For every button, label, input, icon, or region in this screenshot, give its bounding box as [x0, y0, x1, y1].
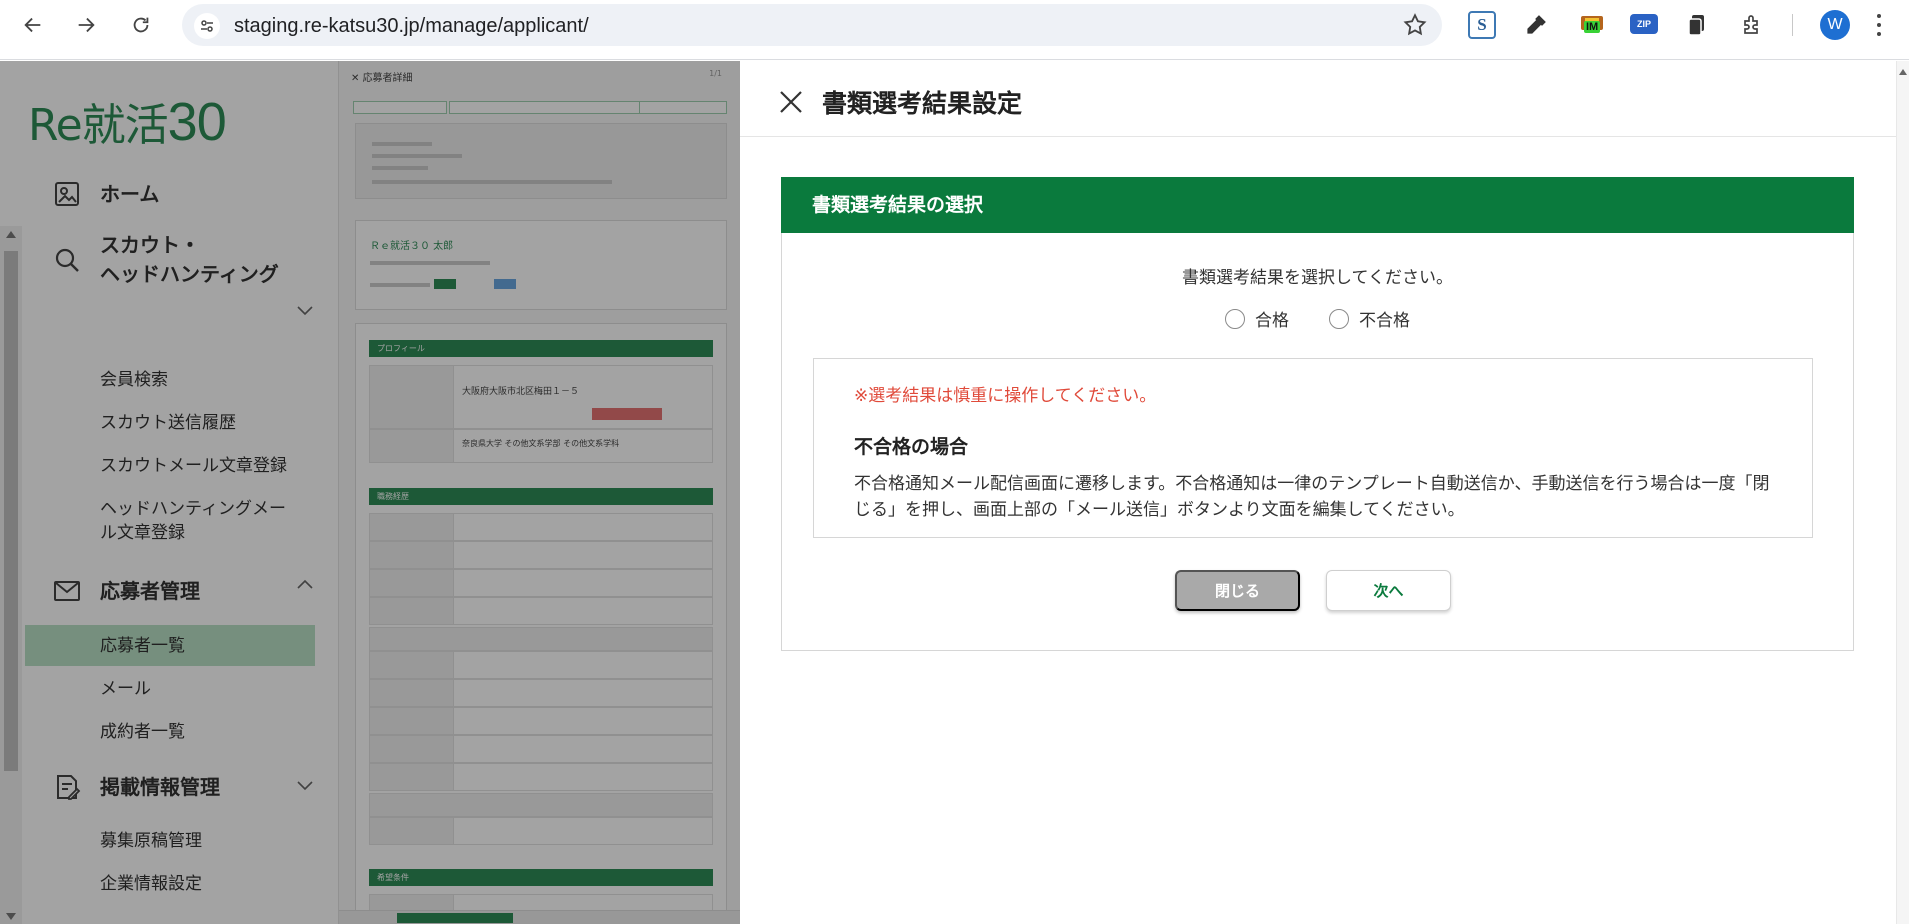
browser-toolbar: staging.re-katsu30.jp/manage/applicant/ …: [0, 0, 1909, 60]
profile-avatar[interactable]: W: [1820, 10, 1850, 40]
radio-fail-label[interactable]: 不合格: [1359, 306, 1410, 331]
eyedropper-icon[interactable]: [1522, 11, 1550, 39]
fail-case-title: 不合格の場合: [854, 436, 969, 458]
back-arrow-icon[interactable]: [18, 10, 48, 40]
toolbar-separator: [1792, 14, 1793, 36]
bookmark-star-icon[interactable]: [1402, 12, 1428, 42]
s-extension-icon[interactable]: S: [1468, 11, 1496, 39]
next-button[interactable]: 次へ: [1326, 570, 1451, 611]
modal-scrollbar[interactable]: [1896, 61, 1909, 924]
result-setting-modal: 書類選考結果設定 書類選考結果の選択 書類選考結果を選択してください。 合格 不…: [740, 61, 1909, 924]
url-text[interactable]: staging.re-katsu30.jp/manage/applicant/: [234, 15, 589, 38]
modal-header: 書類選考結果設定: [740, 61, 1896, 137]
forward-arrow-icon[interactable]: [71, 10, 101, 40]
browser-menu-icon[interactable]: [1872, 12, 1886, 38]
caution-box: ※選考結果は慎重に操作してください。 不合格の場合 不合格通知メール配信画面に遷…: [813, 358, 1813, 538]
scroll-up-arrow-icon[interactable]: [1899, 69, 1907, 75]
result-selection-panel: 書類選考結果の選択 書類選考結果を選択してください。 合格 不合格 ※選考結果は…: [781, 177, 1854, 651]
warning-text: ※選考結果は慎重に操作してください。: [854, 386, 1157, 406]
selection-prompt: 書類選考結果を選択してください。: [1182, 268, 1453, 288]
reload-icon[interactable]: [126, 10, 156, 40]
address-bar[interactable]: staging.re-katsu30.jp/manage/applicant/: [182, 4, 1442, 46]
site-settings-icon[interactable]: [194, 13, 220, 39]
radio-fail-circle[interactable]: [1329, 308, 1349, 329]
fail-case-description: 不合格通知メール配信画面に遷移します。不合格通知は一律のテンプレート自動送信か、…: [854, 474, 1770, 520]
panel-heading: 書類選考結果の選択: [781, 177, 1854, 233]
clipboard-copy-icon[interactable]: [1683, 11, 1711, 39]
radio-pass-label[interactable]: 合格: [1255, 306, 1289, 331]
close-button[interactable]: 閉じる: [1175, 570, 1300, 611]
extensions-puzzle-icon[interactable]: [1739, 11, 1767, 39]
result-radio-group: 合格 不合格: [782, 306, 1853, 331]
modal-title: 書類選考結果設定: [822, 89, 1023, 118]
zip-extension-icon[interactable]: ZIP: [1630, 14, 1658, 34]
modal-backdrop[interactable]: [0, 61, 740, 924]
radio-pass-circle[interactable]: [1225, 308, 1245, 329]
radio-fail[interactable]: 不合格: [1329, 306, 1410, 331]
close-icon[interactable]: [778, 89, 804, 115]
radio-pass[interactable]: 合格: [1225, 306, 1289, 331]
im-extension-icon[interactable]: IM: [1578, 11, 1606, 39]
